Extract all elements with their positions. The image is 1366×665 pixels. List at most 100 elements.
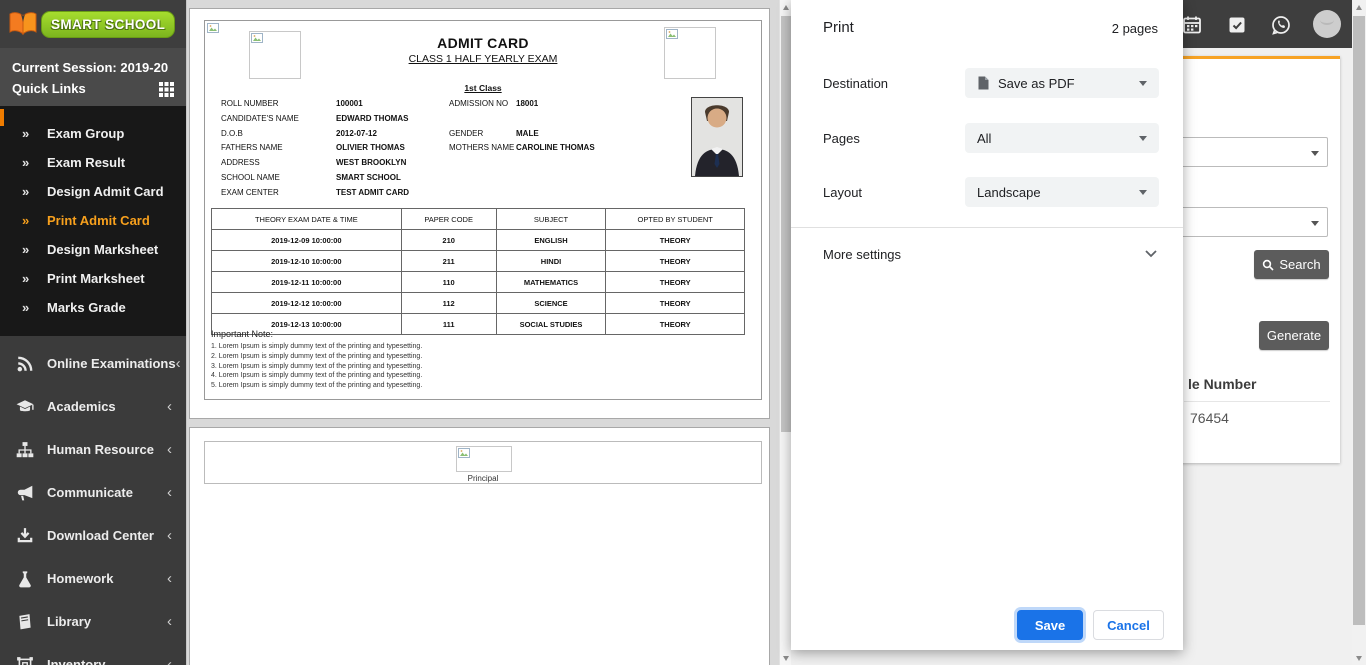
signature-strip: Principal	[204, 441, 762, 484]
detail-value	[516, 156, 693, 171]
table-header-cell: OPTED BY STUDENT	[606, 209, 745, 230]
cancel-button[interactable]: Cancel	[1093, 610, 1164, 640]
note-title: Important Note:	[211, 329, 273, 339]
grid-menu-icon[interactable]	[159, 82, 174, 97]
flask-icon	[16, 570, 34, 588]
download-icon	[16, 527, 34, 545]
sidebar-item-download-center[interactable]: Download Center‹	[0, 514, 186, 557]
scrollbar-thumb[interactable]	[781, 16, 791, 432]
student-photo-image	[692, 98, 742, 176]
scrollbar-thumb[interactable]	[1353, 16, 1365, 625]
sidebar-item-exam-result[interactable]: »Exam Result	[0, 148, 186, 177]
preview-scrollbar[interactable]	[779, 0, 791, 665]
preview-page-1: ADMIT CARD CLASS 1 HALF YEARLY EXAM 1st …	[189, 8, 770, 419]
pages-dropdown[interactable]: All	[965, 123, 1159, 153]
exam-schedule-table: THEORY EXAM DATE & TIME PAPER CODE SUBJE…	[211, 208, 745, 335]
destination-dropdown[interactable]: Save as PDF	[965, 68, 1159, 98]
double-chevron-icon: »	[22, 119, 47, 148]
sidebar-item-label: Human Resource	[47, 442, 167, 457]
table-cell: THEORY	[606, 293, 745, 314]
detail-value: TEST ADMIT CARD	[336, 186, 449, 201]
user-avatar[interactable]	[1313, 10, 1341, 38]
partial-cell-value: 76454	[1190, 410, 1229, 426]
table-cell: 112	[401, 293, 496, 314]
table-row: 2019-12-11 10:00:00110MATHEMATICSTHEORY	[212, 272, 745, 293]
table-header-cell: SUBJECT	[496, 209, 606, 230]
chevron-left-icon: ‹	[167, 656, 172, 665]
print-preview-pane: ADMIT CARD CLASS 1 HALF YEARLY EXAM 1st …	[186, 0, 779, 665]
table-cell: HINDI	[496, 251, 606, 272]
sidebar-item-homework[interactable]: Homework‹	[0, 557, 186, 600]
more-settings-toggle[interactable]: More settings	[791, 238, 1183, 272]
table-cell: MATHEMATICS	[496, 272, 606, 293]
table-row: 2019-12-13 10:00:00111SOCIAL STUDIESTHEO…	[212, 314, 745, 335]
detail-label: GENDER	[449, 127, 516, 142]
window-scrollbar[interactable]	[1352, 0, 1366, 665]
detail-value: OLIVIER THOMAS	[336, 141, 449, 156]
sidebar-item-label: Online Examinations	[47, 356, 176, 371]
exam-submenu: »Exam Group »Exam Result »Design Admit C…	[0, 106, 186, 336]
scroll-down-arrow[interactable]	[1352, 651, 1366, 665]
chevron-left-icon: ‹	[167, 570, 172, 587]
partial-column-header: le Number	[1188, 376, 1256, 392]
logo-bar[interactable]: SMART SCHOOL	[0, 0, 186, 48]
detail-value	[516, 171, 693, 186]
sidebar-item-design-admit-card[interactable]: »Design Admit Card	[0, 177, 186, 206]
sidebar-item-label: Marks Grade	[47, 300, 126, 315]
sidebar-item-print-admit-card[interactable]: »Print Admit Card	[0, 206, 186, 235]
detail-value: WEST BROOKLYN	[336, 156, 449, 171]
sidebar-item-human-resource[interactable]: Human Resource‹	[0, 428, 186, 471]
layout-dropdown[interactable]: Landscape	[965, 177, 1159, 207]
sidebar-item-online-examinations[interactable]: Online Examinations‹	[0, 342, 186, 385]
sidebar-item-library[interactable]: Library‹	[0, 600, 186, 643]
main-menu: Online Examinations‹ Academics‹ Human Re…	[0, 336, 186, 665]
sidebar-item-inventory[interactable]: Inventory‹	[0, 643, 186, 665]
current-session-label: Current Session: 2019-20	[12, 59, 174, 77]
sidebar-item-label: Academics	[47, 399, 167, 414]
sidebar-item-label: Print Admit Card	[47, 213, 150, 228]
divider	[791, 227, 1183, 228]
logo-text: SMART SCHOOL	[51, 17, 165, 32]
whatsapp-icon[interactable]	[1270, 14, 1292, 36]
detail-value: SMART SCHOOL	[336, 171, 449, 186]
calendar-icon[interactable]	[1181, 14, 1203, 36]
double-chevron-icon: »	[22, 177, 47, 206]
sidebar-item-label: Download Center	[47, 528, 167, 543]
detail-label	[449, 186, 516, 201]
session-block: Current Session: 2019-20 Quick Links	[0, 48, 186, 106]
sidebar-item-academics[interactable]: Academics‹	[0, 385, 186, 428]
broken-image-icon	[458, 448, 470, 458]
book-icon	[16, 613, 34, 631]
sidebar-item-label: Library	[47, 614, 167, 629]
detail-label: FATHERS NAME	[221, 141, 336, 156]
sidebar-item-print-marksheet[interactable]: »Print Marksheet	[0, 264, 186, 293]
detail-label: ADDRESS	[221, 156, 336, 171]
sidebar-item-design-marksheet[interactable]: »Design Marksheet	[0, 235, 186, 264]
sidebar-item-label: Design Admit Card	[47, 184, 164, 199]
principal-signature-placeholder	[456, 446, 512, 472]
save-button[interactable]: Save	[1017, 610, 1083, 640]
double-chevron-icon: »	[22, 293, 47, 322]
table-cell: 2019-12-12 10:00:00	[212, 293, 402, 314]
search-button[interactable]: Search	[1254, 250, 1329, 279]
sidebar-item-label: Inventory	[47, 657, 167, 665]
pages-label: Pages	[823, 131, 860, 146]
sidebar-item-label: Design Marksheet	[47, 242, 158, 257]
bullhorn-icon	[16, 484, 34, 502]
task-check-icon[interactable]	[1226, 14, 1248, 36]
table-cell: 2019-12-10 10:00:00	[212, 251, 402, 272]
layout-label: Layout	[823, 185, 862, 200]
sidebar-item-exam-group[interactable]: »Exam Group	[0, 119, 186, 148]
print-dialog: Print 2 pages Destination Save as PDF Pa…	[791, 0, 1183, 650]
detail-value: 100001	[336, 97, 449, 112]
sidebar-item-communicate[interactable]: Communicate‹	[0, 471, 186, 514]
chevron-left-icon: ‹	[167, 613, 172, 630]
generate-button[interactable]: Generate	[1259, 321, 1329, 350]
detail-value: 2012-07-12	[336, 127, 449, 142]
scroll-up-arrow[interactable]	[1352, 0, 1366, 14]
sidebar-item-marks-grade[interactable]: »Marks Grade	[0, 293, 186, 322]
table-row: 2019-12-09 10:00:00210ENGLISHTHEORY	[212, 230, 745, 251]
cancel-button-label: Cancel	[1107, 618, 1150, 633]
chevron-down-icon	[1139, 81, 1147, 86]
scroll-down-arrow[interactable]	[780, 651, 792, 665]
